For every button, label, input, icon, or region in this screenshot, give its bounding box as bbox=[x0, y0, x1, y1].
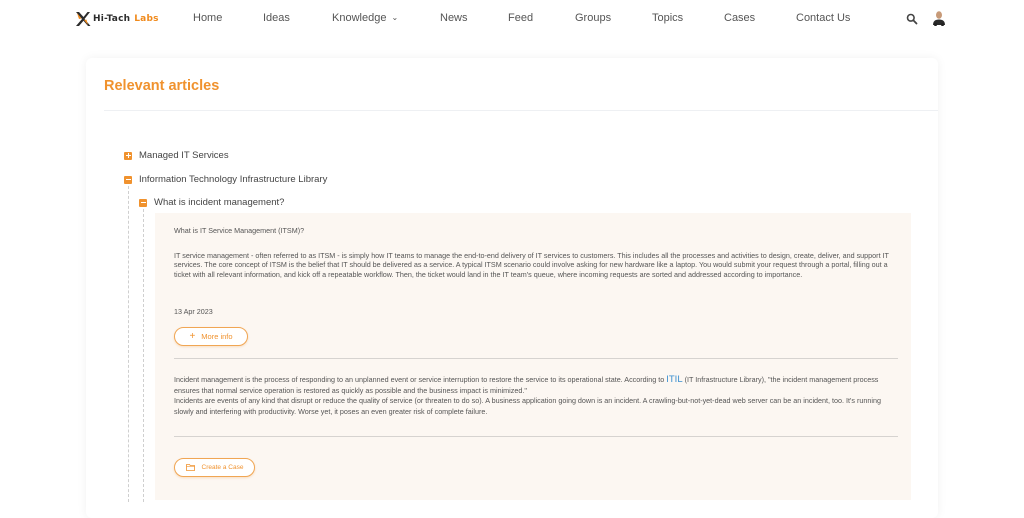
panel-divider bbox=[174, 436, 898, 437]
top-navbar: Hi-Tach Labs Home Ideas Knowledge ⌄ News F… bbox=[0, 0, 1024, 38]
user-avatar-icon[interactable] bbox=[932, 10, 946, 27]
card-divider bbox=[104, 110, 938, 111]
logo-mark-icon bbox=[75, 11, 91, 27]
brand-logo[interactable]: Hi-Tach Labs bbox=[75, 11, 159, 27]
chevron-down-icon: ⌄ bbox=[391, 13, 399, 22]
tree-node-label: Managed IT Services bbox=[139, 150, 229, 161]
folder-icon bbox=[185, 464, 195, 471]
tree-node-incident-management[interactable]: What is incident management? bbox=[139, 197, 284, 208]
tree-connector-line bbox=[143, 209, 144, 502]
article-question: What is IT Service Management (ITSM)? bbox=[174, 226, 305, 235]
logo-primary: Hi-Tach bbox=[93, 14, 131, 24]
tree-connector-line bbox=[128, 186, 129, 502]
nav-knowledge-label: Knowledge bbox=[332, 12, 387, 24]
nav-contact-us[interactable]: Contact Us bbox=[796, 12, 850, 24]
expand-plus-icon[interactable] bbox=[124, 151, 132, 160]
collapse-minus-icon[interactable] bbox=[139, 198, 147, 207]
nav-knowledge[interactable]: Knowledge ⌄ bbox=[332, 12, 398, 24]
nav-groups[interactable]: Groups bbox=[575, 12, 611, 24]
tree-node-label: Information Technology Infrastructure Li… bbox=[139, 174, 328, 185]
article-date: 13 Apr 2023 bbox=[174, 307, 213, 316]
nav-feed[interactable]: Feed bbox=[508, 12, 533, 24]
panel-divider bbox=[174, 358, 898, 359]
card-title: Relevant articles bbox=[104, 78, 220, 94]
incident-text-1: Incident management is the process of re… bbox=[174, 375, 667, 384]
create-case-label: Create a Case bbox=[201, 464, 244, 471]
nav-news[interactable]: News bbox=[440, 12, 468, 24]
tree-node-itil[interactable]: Information Technology Infrastructure Li… bbox=[124, 174, 327, 185]
itil-link[interactable]: ITIL bbox=[666, 374, 682, 385]
tree-node-managed-it-services[interactable]: Managed IT Services bbox=[124, 150, 229, 161]
incident-text-3: Incidents are events of any kind that di… bbox=[174, 396, 881, 416]
article-panel: What is IT Service Management (ITSM)? IT… bbox=[155, 213, 911, 500]
create-case-button[interactable]: Create a Case bbox=[174, 458, 255, 477]
nav-home[interactable]: Home bbox=[193, 12, 222, 24]
more-info-label: More info bbox=[201, 332, 233, 341]
incident-description: Incident management is the process of re… bbox=[174, 374, 898, 417]
search-icon[interactable] bbox=[906, 12, 918, 25]
nav-topics[interactable]: Topics bbox=[652, 12, 683, 24]
tree-node-label: What is incident management? bbox=[154, 197, 285, 208]
collapse-minus-icon[interactable] bbox=[124, 175, 132, 184]
nav-ideas[interactable]: Ideas bbox=[263, 12, 290, 24]
logo-secondary: Labs bbox=[134, 14, 159, 24]
logo-text: Hi-Tach Labs bbox=[93, 14, 159, 24]
more-info-button[interactable]: + More info bbox=[174, 327, 248, 346]
article-body: IT service management - often referred t… bbox=[174, 251, 889, 279]
plus-icon: + bbox=[189, 330, 196, 342]
nav-cases[interactable]: Cases bbox=[724, 12, 755, 24]
